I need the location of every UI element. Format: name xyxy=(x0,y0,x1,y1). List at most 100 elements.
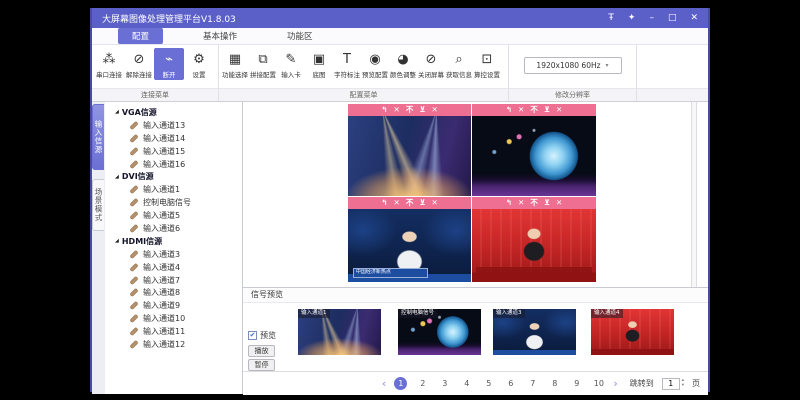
theme-icon[interactable]: ✦ xyxy=(628,8,636,28)
restore-icon[interactable]: ↰ xyxy=(506,104,512,116)
tree-row[interactable]: ◢ 输入通道16 xyxy=(105,158,242,171)
page-number[interactable]: 2 xyxy=(416,377,429,390)
no-icon[interactable]: 不 xyxy=(406,104,414,116)
link-icon xyxy=(130,250,138,258)
pin-top-icon[interactable]: Ŧ xyxy=(608,8,614,28)
close-icon[interactable]: ✕ xyxy=(518,104,524,116)
close-button[interactable]: ✕ xyxy=(690,8,698,28)
tree-row[interactable]: ◢ 输入通道8 xyxy=(105,286,242,299)
tree-row[interactable]: ◢ 输入通道11 xyxy=(105,325,242,338)
toolbar-tool[interactable]: ⊘ 解除连接 xyxy=(124,48,154,80)
tree-row-label: 输入通道13 xyxy=(143,120,185,131)
preview-window-2[interactable]: ↰ ✕ 不 ⊻ ✕ xyxy=(472,104,596,196)
send-to-bottom-icon[interactable]: ⊻ xyxy=(544,197,550,209)
tree-row[interactable]: ◢ 输入通道6 xyxy=(105,222,242,235)
tab-basic-operations[interactable]: 基本操作 xyxy=(193,29,247,43)
vertical-scrollbar[interactable] xyxy=(691,102,697,287)
toolbar-group-connection: ⁂ 串口连接 ⊘ 解除连接 ⌁ 断开 ⚙ 设置 xyxy=(92,45,219,101)
tree-row[interactable]: ◢ 输入通道12 xyxy=(105,338,242,351)
side-tab-input-sources[interactable]: 输入信源 xyxy=(92,104,104,170)
tree-row[interactable]: ◢ 输入通道13 xyxy=(105,119,242,132)
toolbar-tool[interactable]: ⚙ 设置 xyxy=(184,48,214,80)
page-number[interactable]: 3 xyxy=(438,377,451,390)
page-number[interactable]: 5 xyxy=(482,377,495,390)
send-to-bottom-icon[interactable]: ⊻ xyxy=(544,104,550,116)
tree-row[interactable]: ◢ 输入通道3 xyxy=(105,248,242,261)
tool-label: 输入卡 xyxy=(281,69,301,79)
tree-row-label: 输入通道3 xyxy=(143,249,180,260)
tree-row[interactable]: ◢ VGA信源 xyxy=(105,106,242,119)
preview-window-3[interactable]: ↰ ✕ 不 ⊻ ✕ 中国经济新热点 xyxy=(348,197,471,282)
spinner-icons[interactable]: ▴ ▾ xyxy=(682,379,684,388)
tree-row[interactable]: ◢ 输入通道10 xyxy=(105,312,242,325)
toolbar-tool[interactable]: ⊘ 关闭屏幕 xyxy=(417,48,445,80)
tree-row[interactable]: ◢ 输入通道15 xyxy=(105,145,242,158)
spin-down-icon[interactable]: ▾ xyxy=(682,384,684,389)
page-number[interactable]: 10 xyxy=(592,377,605,390)
thumbnail-label: 输入通道1 xyxy=(298,309,330,318)
signal-thumbnail[interactable]: 控制电脑信号 xyxy=(398,309,481,355)
tree-row[interactable]: ◢ 输入通道14 xyxy=(105,132,242,145)
signal-thumbnail[interactable]: 输入通道4 xyxy=(591,309,674,355)
close-icon[interactable]: ✕ xyxy=(556,197,562,209)
send-to-bottom-icon[interactable]: ⊻ xyxy=(419,197,425,209)
toolbar-tool[interactable]: ▣ 底图 xyxy=(305,48,333,80)
close-icon[interactable]: ✕ xyxy=(518,197,524,209)
no-icon[interactable]: 不 xyxy=(406,197,414,209)
tab-function-area[interactable]: 功能区 xyxy=(277,29,323,43)
tree-row[interactable]: ◢ 控制电脑信号 xyxy=(105,196,242,209)
tool-label: 功能选择 xyxy=(222,69,248,79)
side-tab-scene-mode[interactable]: 场景模式 xyxy=(92,179,104,231)
toolbar-tool[interactable]: ⊡ 算控设置 xyxy=(473,48,501,80)
no-icon[interactable]: 不 xyxy=(530,104,538,116)
toolbar-tool[interactable]: ⧉ 拼接配置 xyxy=(249,48,277,80)
restore-icon[interactable]: ↰ xyxy=(381,197,387,209)
close-icon[interactable]: ✕ xyxy=(394,104,400,116)
tree-row[interactable]: ◢ HDMI信源 xyxy=(105,235,242,248)
toolbar-group-resolution: 1920x1080 60Hz ▾ 修改分辨率 xyxy=(509,45,637,101)
restore-icon[interactable]: ↰ xyxy=(506,197,512,209)
tree-row[interactable]: ◢ DVI信源 xyxy=(105,170,242,183)
page-number[interactable]: 4 xyxy=(460,377,473,390)
next-page-icon[interactable]: › xyxy=(613,377,617,390)
page-number[interactable]: 7 xyxy=(526,377,539,390)
tree-row[interactable]: ◢ 输入通道5 xyxy=(105,209,242,222)
toolbar-tool[interactable]: ◉ 预览配置 xyxy=(361,48,389,80)
close-icon[interactable]: ✕ xyxy=(556,104,562,116)
page-number[interactable]: 9 xyxy=(570,377,583,390)
page-number[interactable]: 1 xyxy=(394,377,407,390)
toolbar-tool[interactable]: ⌁ 断开 xyxy=(154,48,184,80)
preview-window-4[interactable]: ↰ ✕ 不 ⊻ ✕ xyxy=(472,197,596,282)
preview-window-grid: ↰✕不⊻✕ ↰✕不⊻✕ ↰✕不⊻✕ 中国经 xyxy=(348,104,596,282)
close-icon[interactable]: ✕ xyxy=(431,104,437,116)
close-icon[interactable]: ✕ xyxy=(431,197,437,209)
tree-row[interactable]: ◢ 输入通道1 xyxy=(105,183,242,196)
page-number[interactable]: 8 xyxy=(548,377,561,390)
resolution-select[interactable]: 1920x1080 60Hz ▾ xyxy=(524,57,622,74)
toolbar-tool[interactable]: ▦ 功能选择 xyxy=(221,48,249,80)
signal-preview-title: 信号预览 xyxy=(243,287,708,303)
maximize-button[interactable]: □ xyxy=(668,8,677,28)
toolbar-tool[interactable]: ✎ 输入卡 xyxy=(277,48,305,80)
no-icon[interactable]: 不 xyxy=(530,197,538,209)
page-number[interactable]: 6 xyxy=(504,377,517,390)
minimize-button[interactable]: – xyxy=(649,8,654,28)
tree-row[interactable]: ◢ 输入通道7 xyxy=(105,274,242,287)
jump-page-input[interactable] xyxy=(662,378,680,390)
toolbar-tool[interactable]: ◕ 颜色调整 xyxy=(389,48,417,80)
pause-button[interactable]: 暂停 xyxy=(248,359,275,371)
tree-row[interactable]: ◢ 输入通道9 xyxy=(105,299,242,312)
close-icon[interactable]: ✕ xyxy=(394,197,400,209)
toolbar-tool[interactable]: ⌕ 获取信息 xyxy=(445,48,473,80)
signal-thumbnail[interactable]: 输入通道3 xyxy=(493,309,576,355)
signal-thumbnail[interactable]: 输入通道1 xyxy=(298,309,381,355)
prev-page-icon[interactable]: ‹ xyxy=(382,377,386,390)
news-caption: 中国经济新热点 xyxy=(353,268,428,279)
preview-window-1[interactable]: ↰ ✕ 不 ⊻ ✕ xyxy=(348,104,471,196)
restore-icon[interactable]: ↰ xyxy=(381,104,387,116)
send-to-bottom-icon[interactable]: ⊻ xyxy=(419,104,425,116)
toolbar-tool[interactable]: ⁂ 串口连接 xyxy=(94,48,124,80)
tab-config[interactable]: 配置 xyxy=(118,28,163,44)
toolbar-tool[interactable]: T 字符标注 xyxy=(333,48,361,80)
tree-row[interactable]: ◢ 输入通道4 xyxy=(105,261,242,274)
